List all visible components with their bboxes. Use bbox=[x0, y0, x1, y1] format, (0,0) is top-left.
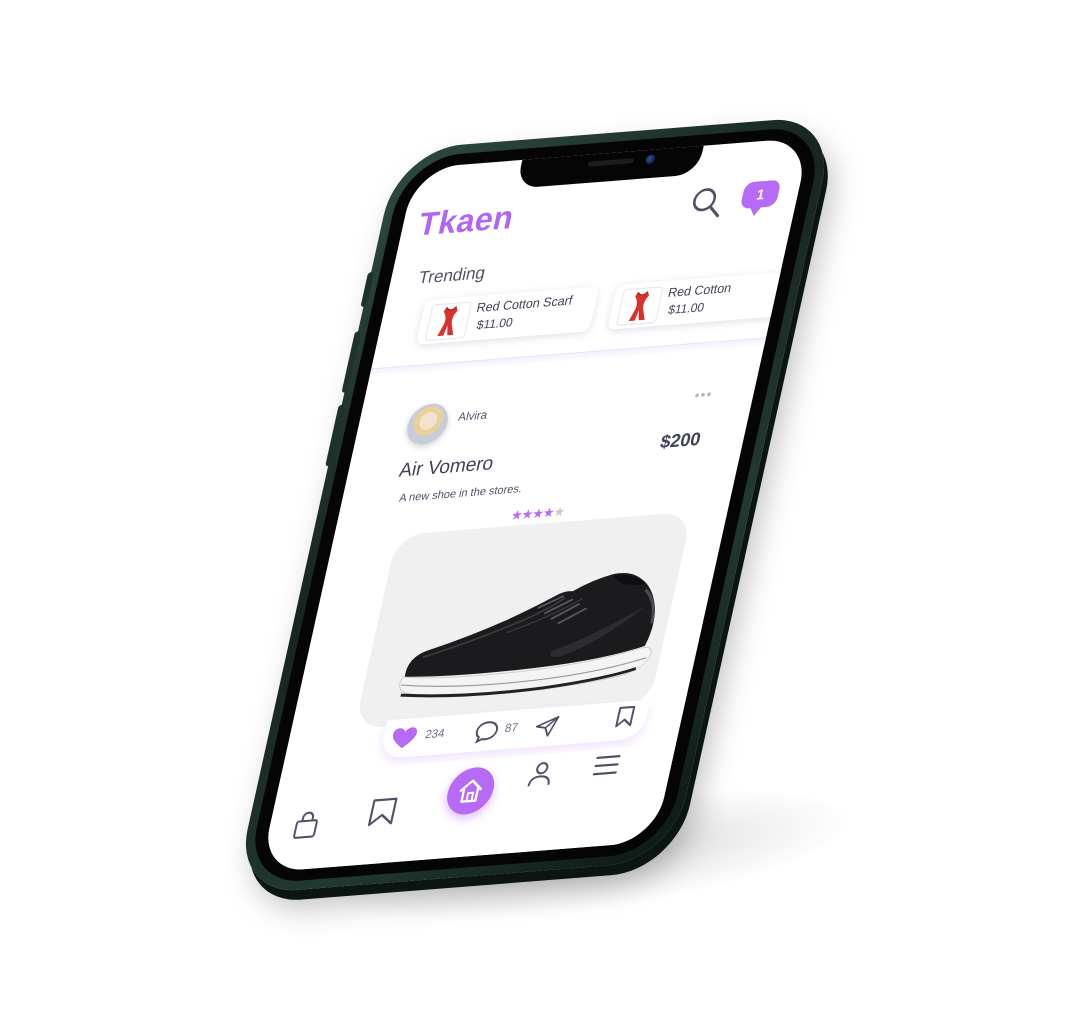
trending-item-price: $11.00 bbox=[666, 299, 706, 318]
bookmark-icon[interactable] bbox=[365, 795, 400, 828]
chat-icon[interactable]: 1 bbox=[739, 179, 782, 210]
shopping-bag-icon[interactable] bbox=[290, 810, 322, 841]
product-description: A new shoe in the stores. bbox=[397, 482, 524, 505]
trending-card[interactable]: Red Cotton $11.00 bbox=[607, 271, 791, 330]
heart-icon[interactable] bbox=[389, 726, 420, 750]
comment-icon[interactable] bbox=[472, 719, 501, 744]
star-empty-icon: ★ bbox=[551, 503, 566, 520]
speaker-grille bbox=[587, 158, 635, 167]
trending-item-price: $11.00 bbox=[475, 315, 515, 333]
avatar[interactable] bbox=[403, 402, 453, 447]
rating-stars: ★★★★★ bbox=[509, 504, 566, 525]
trending-item-name: Red Cotton bbox=[666, 280, 733, 301]
trending-title: Trending bbox=[416, 263, 488, 288]
bookmark-icon[interactable] bbox=[613, 705, 638, 729]
more-options-icon[interactable]: ••• bbox=[693, 386, 714, 404]
comments-count: 87 bbox=[503, 721, 520, 736]
trending-card[interactable]: Red Cotton Scarf $11.00 bbox=[415, 286, 600, 345]
scarf-thumbnail bbox=[424, 301, 473, 342]
phone-device: Tkaen 1 Trending Red Cotton Scarf $11.00… bbox=[233, 115, 837, 895]
post-author[interactable]: Alvira bbox=[457, 409, 488, 424]
chat-badge-count: 1 bbox=[754, 185, 767, 203]
home-button[interactable] bbox=[442, 765, 499, 817]
send-icon[interactable] bbox=[532, 715, 561, 739]
app-header: Tkaen 1 bbox=[414, 177, 788, 247]
home-icon bbox=[459, 779, 483, 803]
product-image-card[interactable] bbox=[354, 511, 693, 729]
product-price: $200 bbox=[658, 428, 703, 453]
likes-count: 234 bbox=[423, 727, 446, 742]
menu-icon[interactable] bbox=[590, 752, 623, 779]
product-title: Air Vomero bbox=[397, 452, 496, 482]
user-icon[interactable] bbox=[525, 759, 557, 790]
search-icon[interactable] bbox=[686, 184, 728, 221]
scarf-thumbnail bbox=[615, 286, 664, 327]
brand-logo[interactable]: Tkaen bbox=[415, 198, 518, 243]
front-camera bbox=[644, 154, 656, 165]
app-screen: Tkaen 1 Trending Red Cotton Scarf $11.00… bbox=[259, 137, 811, 873]
shoe-image bbox=[399, 573, 655, 698]
trending-item-name: Red Cotton Scarf bbox=[475, 293, 574, 316]
